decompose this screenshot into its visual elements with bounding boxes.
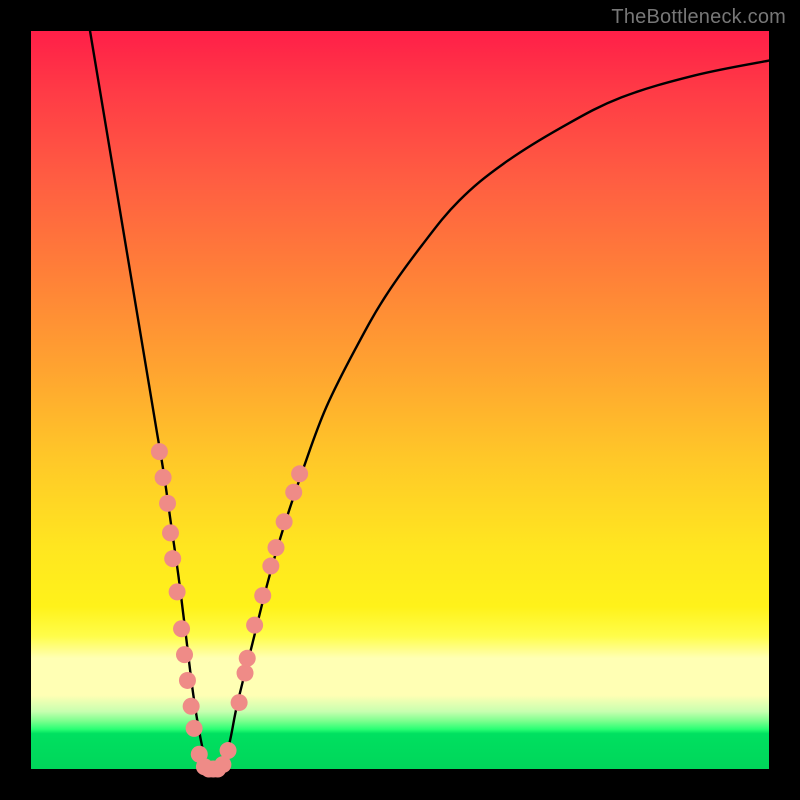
highlight-dot	[159, 495, 176, 512]
highlight-dots	[151, 443, 308, 777]
highlight-dot	[151, 443, 168, 460]
highlight-dot	[164, 550, 181, 567]
highlight-dot	[268, 539, 285, 556]
highlight-dot	[183, 698, 200, 715]
highlight-dot	[237, 665, 254, 682]
highlight-dot	[220, 742, 237, 759]
highlight-dot	[254, 587, 271, 604]
bottleneck-curve	[90, 31, 769, 771]
highlight-dot	[186, 720, 203, 737]
highlight-dot	[246, 617, 263, 634]
highlight-dot	[173, 620, 190, 637]
highlight-dot	[262, 558, 279, 575]
highlight-dot	[155, 469, 172, 486]
highlight-dot	[291, 465, 308, 482]
outer-frame: TheBottleneck.com	[0, 0, 800, 800]
chart-svg	[31, 31, 769, 769]
highlight-dot	[179, 672, 196, 689]
watermark-text: TheBottleneck.com	[611, 6, 786, 29]
highlight-dot	[239, 650, 256, 667]
highlight-dot	[169, 583, 186, 600]
highlight-dot	[285, 484, 302, 501]
highlight-dot	[176, 646, 193, 663]
highlight-dot	[276, 513, 293, 530]
curve-layer	[90, 31, 769, 771]
highlight-dot	[231, 694, 248, 711]
highlight-dot	[162, 524, 179, 541]
